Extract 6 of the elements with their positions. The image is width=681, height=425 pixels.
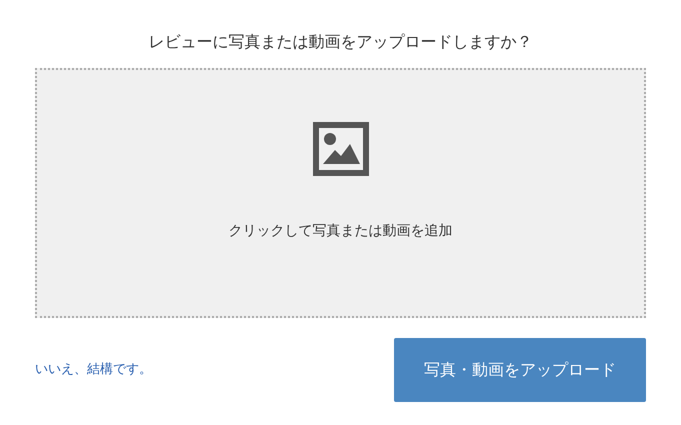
dialog-title: レビューに写真または動画をアップロードしますか？ <box>148 31 532 53</box>
image-icon <box>312 122 368 176</box>
upload-button[interactable]: 写真・動画をアップロード <box>394 338 646 402</box>
upload-dropzone[interactable]: クリックして写真または動画を追加 <box>35 68 646 318</box>
decline-link[interactable]: いいえ、結構です。 <box>35 360 152 380</box>
dropzone-label: クリックして写真または動画を追加 <box>228 222 452 241</box>
